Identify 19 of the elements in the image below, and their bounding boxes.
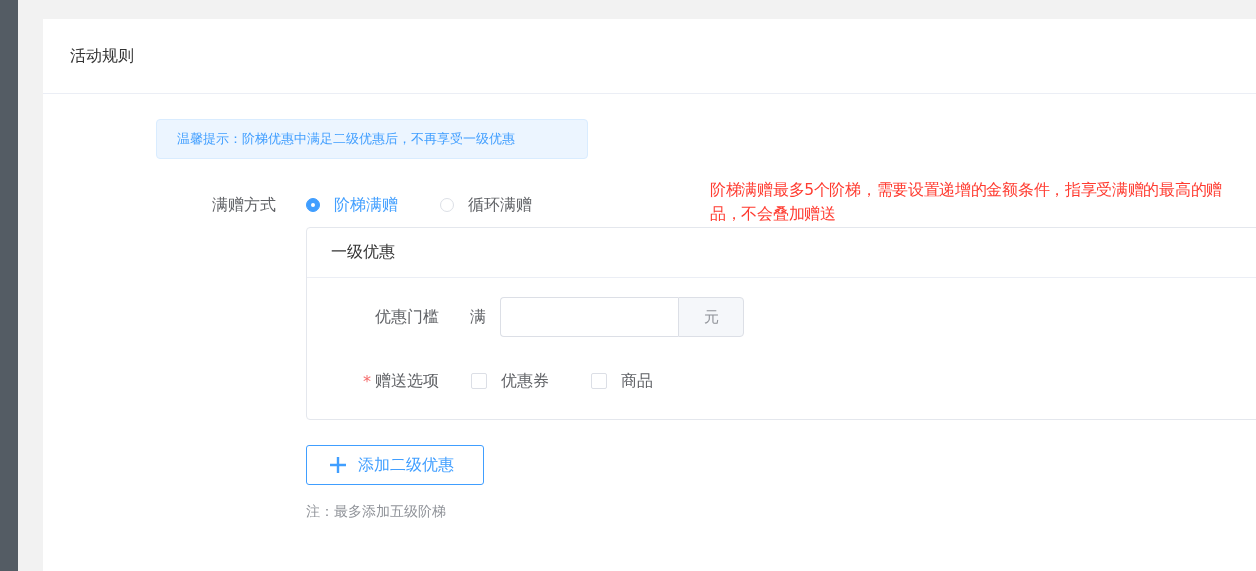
field-label: 优惠门槛 [374, 306, 439, 328]
footnote: 注：最多添加五级阶梯 [306, 503, 447, 521]
radio-option[interactable]: 循环满赠 [440, 183, 532, 227]
amount-input[interactable] [500, 297, 678, 337]
warning-note: 阶梯满赠最多5个阶梯，需要设置递增的金额条件，指享受满赠的最高的赠品，不会叠加赠送 [710, 180, 1223, 225]
panel-title: 活动规则 [70, 45, 134, 67]
checkbox-option[interactable]: 商品 [591, 370, 653, 392]
field-label: 赠送选项 [375, 370, 439, 392]
checkbox[interactable] [591, 373, 607, 389]
required-mark: * [363, 371, 371, 391]
checkbox-option[interactable]: 优惠券 [471, 370, 549, 392]
tier-title: 一级优惠 [331, 242, 395, 263]
radio-icon[interactable] [306, 198, 320, 212]
prefix-text: 满 [470, 306, 487, 328]
unit-addon: 元 [678, 297, 744, 337]
checkbox[interactable] [471, 373, 487, 389]
plus-icon [329, 456, 347, 474]
field-label: 满赠方式 [211, 194, 277, 216]
tip-alert: 温馨提示：阶梯优惠中满足二级优惠后，不再享受一级优惠 [156, 119, 588, 159]
